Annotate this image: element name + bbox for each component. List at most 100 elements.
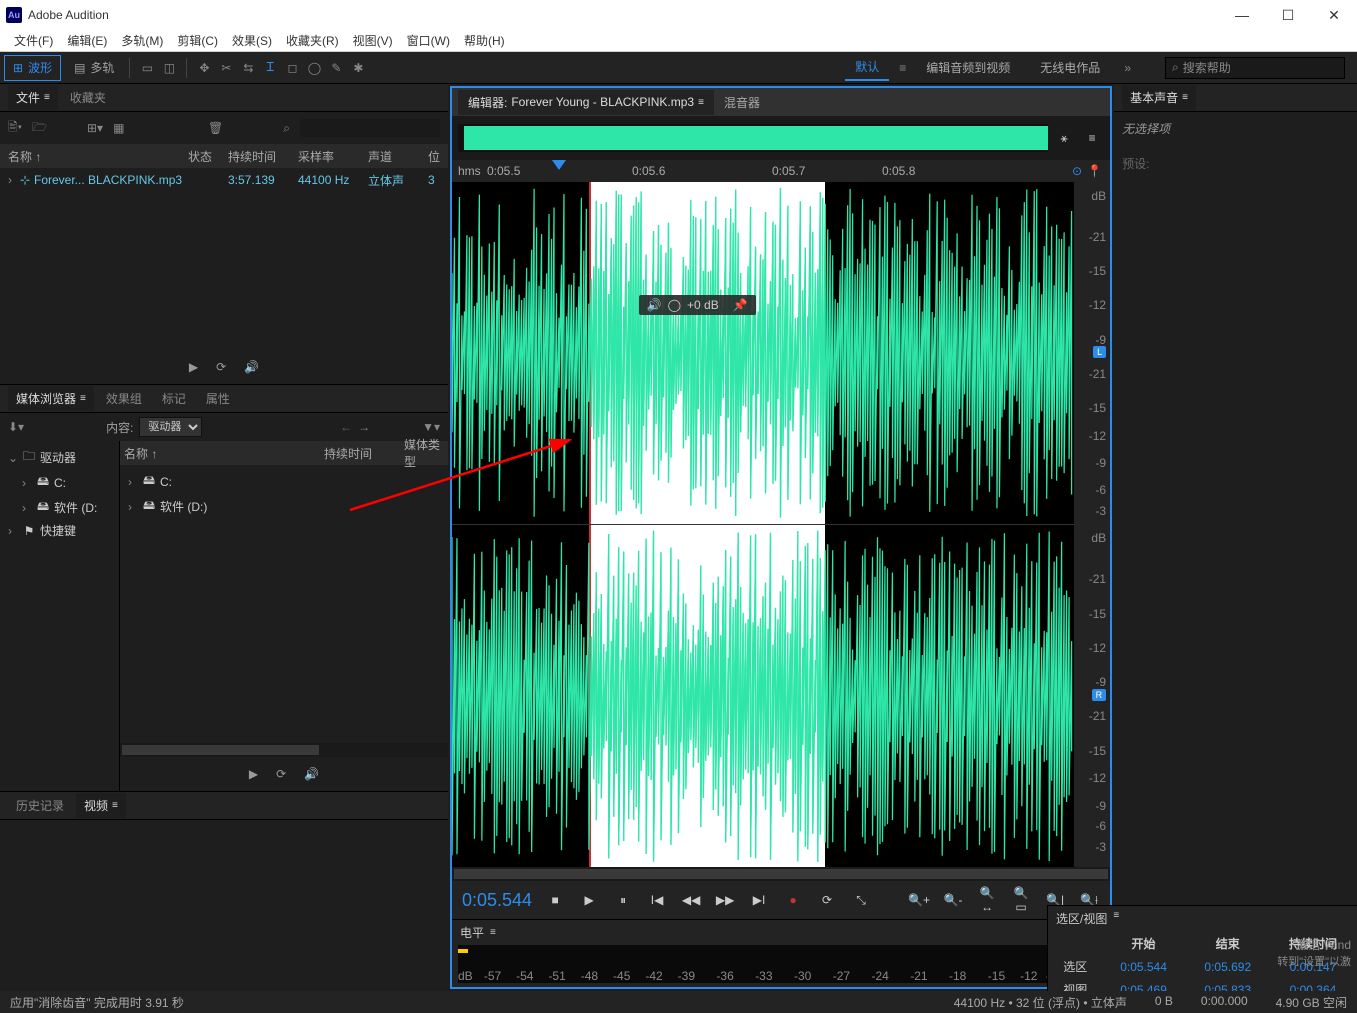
new-file-icon[interactable]: 🖹▾	[8, 118, 22, 139]
overview-waveform[interactable]	[458, 124, 1048, 152]
file-row[interactable]: › ⊹ Forever... BLACKPINK.mp3 3:57.139 44…	[0, 168, 448, 192]
workspace-audio-video[interactable]: 编辑音频到视频	[916, 55, 1020, 80]
go-to-end-button[interactable]: ▶I	[748, 893, 770, 907]
column-name[interactable]: 名称 ↑	[8, 148, 188, 165]
tab-favorites[interactable]: 收藏夹	[62, 85, 114, 110]
zoom-selection-button[interactable]: 🔍▭	[1010, 886, 1032, 914]
tab-properties[interactable]: 属性	[198, 386, 238, 411]
column-duration[interactable]: 持续时间	[228, 148, 298, 165]
insert-icon[interactable]: ▦	[113, 121, 124, 135]
nav-back-icon[interactable]: ←	[340, 420, 352, 434]
tab-media-browser[interactable]: 媒体浏览器≡	[8, 386, 94, 411]
tree-item-c[interactable]: ›🖴C:	[124, 469, 444, 494]
tree-item-drives[interactable]: ⌄🗀驱动器	[4, 445, 115, 470]
pin-icon[interactable]: 📌	[733, 298, 748, 312]
editor-horizontal-scrollbar[interactable]	[452, 867, 1110, 881]
navigator-overview[interactable]: ⚹ ≡	[452, 116, 1110, 160]
menu-effects[interactable]: 效果(S)	[226, 30, 278, 51]
slip-tool-icon[interactable]: ⇆	[237, 57, 259, 79]
minimize-button[interactable]: —	[1219, 0, 1265, 30]
pause-button[interactable]: ⏸	[612, 893, 634, 908]
tab-video[interactable]: 视频≡	[76, 793, 126, 818]
play-icon[interactable]: ▶	[189, 360, 198, 374]
go-to-start-button[interactable]: I◀	[646, 893, 668, 907]
content-dropdown[interactable]: 驱动器	[139, 417, 202, 437]
record-button[interactable]: ●	[782, 893, 804, 907]
marquee-tool-icon[interactable]: ◻	[281, 57, 303, 79]
tab-files[interactable]: 文件≡	[8, 85, 58, 110]
filter-icon[interactable]: ▼▾	[422, 420, 440, 434]
menu-clip[interactable]: 剪辑(C)	[171, 30, 224, 51]
open-file-icon[interactable]: 🗁	[32, 118, 47, 139]
media-type-icon[interactable]: ⊞▾	[87, 121, 103, 135]
selection-end[interactable]: 0:05.692	[1187, 956, 1269, 977]
time-selection-tool-icon[interactable]: Ꮖ	[259, 57, 281, 79]
waveform-display[interactable]: 🔊 ◯ +0 dB 📌 dB -21 -15	[452, 182, 1110, 867]
column-duration[interactable]: 持续时间	[324, 445, 404, 462]
workspace-default[interactable]: 默认	[845, 54, 889, 81]
fast-forward-button[interactable]: ▶▶	[714, 893, 736, 907]
column-channels[interactable]: 声道	[368, 148, 428, 165]
menu-file[interactable]: 文件(F)	[8, 30, 59, 51]
play-button[interactable]: ▶	[578, 893, 600, 907]
zoom-handle-icon[interactable]: ⚹	[1052, 131, 1076, 146]
current-time-display[interactable]: 0:05.544	[462, 890, 532, 911]
zoom-full-button[interactable]: 🔍↔	[976, 886, 998, 914]
spectral-toggle-icon[interactable]: ◫	[158, 57, 180, 79]
move-tool-icon[interactable]: ✥	[193, 57, 215, 79]
horizontal-scrollbar[interactable]	[120, 743, 448, 757]
play-icon[interactable]: ▶	[249, 767, 258, 781]
waveform-view-button[interactable]: ⊞波形	[4, 55, 61, 81]
help-search[interactable]: ⌕ 搜索帮助	[1165, 57, 1345, 79]
maximize-button[interactable]: ☐	[1265, 0, 1311, 30]
zoom-out-button[interactable]: 🔍-	[942, 893, 964, 907]
workspace-more-button[interactable]: »	[1120, 61, 1135, 75]
tab-editor[interactable]: 编辑器: Forever Young - BLACKPINK.mp3 ≡	[458, 90, 714, 115]
hud-gain-control[interactable]: 🔊 ◯ +0 dB 📌	[639, 295, 756, 315]
marker-icon[interactable]: 📍	[1087, 164, 1102, 178]
nav-fwd-icon[interactable]: →	[358, 420, 370, 434]
playhead-icon[interactable]	[552, 160, 566, 174]
auto-play-icon[interactable]: 🔊	[244, 360, 259, 374]
column-status[interactable]: 状态	[188, 148, 228, 165]
import-icon[interactable]: ⬇▾	[8, 420, 24, 434]
selection-start[interactable]: 0:05.544	[1102, 956, 1184, 977]
loop-icon[interactable]: ⟳	[216, 360, 226, 374]
auto-play-icon[interactable]: 🔊	[304, 767, 319, 781]
menu-edit[interactable]: 编辑(E)	[61, 30, 113, 51]
loop-icon[interactable]: ⟳	[276, 767, 286, 781]
razor-tool-icon[interactable]: ✂	[215, 57, 237, 79]
tree-item-d[interactable]: ›🖴软件 (D:)	[124, 494, 444, 519]
tab-mixer[interactable]: 混音器	[714, 90, 770, 115]
menu-window[interactable]: 窗口(W)	[401, 30, 456, 51]
tree-item-c[interactable]: ›🖴C:	[4, 470, 115, 495]
tab-effects-rack[interactable]: 效果组	[98, 386, 150, 411]
column-sample-rate[interactable]: 采样率	[298, 148, 368, 165]
loop-button[interactable]: ⟳	[816, 893, 838, 907]
files-search-input[interactable]	[300, 119, 440, 137]
menu-favorites[interactable]: 收藏夹(R)	[280, 30, 345, 51]
multitrack-view-button[interactable]: ▤多轨	[65, 55, 123, 81]
menu-help[interactable]: 帮助(H)	[458, 30, 511, 51]
stop-button[interactable]: ■	[544, 893, 566, 907]
tab-essential-sound[interactable]: 基本声音≡	[1122, 85, 1196, 110]
brush-tool-icon[interactable]: ✎	[325, 57, 347, 79]
column-bit[interactable]: 位	[428, 148, 448, 165]
column-name[interactable]: 名称 ↑	[124, 445, 324, 462]
menu-multitrack[interactable]: 多轨(M)	[115, 30, 169, 51]
view-menu-icon[interactable]: ≡	[1080, 131, 1104, 145]
spot-heal-tool-icon[interactable]: ✱	[347, 57, 369, 79]
tab-history[interactable]: 历史记录	[8, 793, 72, 818]
tree-item-shortcuts[interactable]: ›⚑快捷键	[4, 520, 115, 541]
time-ruler[interactable]: hms 0:05.5 0:05.6 0:05.7 0:05.8 ⊙ 📍	[452, 160, 1110, 182]
tab-markers[interactable]: 标记	[154, 386, 194, 411]
skip-selection-button[interactable]: ⤡	[850, 893, 872, 908]
tree-item-d[interactable]: ›🖴软件 (D:	[4, 495, 115, 520]
workspace-radio[interactable]: 无线电作品	[1030, 55, 1110, 80]
menu-view[interactable]: 视图(V)	[347, 30, 399, 51]
level-meter[interactable]: dB -57 -54 -51 -48 -45 -42 -39 -36 -33 -…	[458, 945, 1104, 983]
delete-icon[interactable]: 🗑	[208, 121, 223, 135]
zoom-in-button[interactable]: 🔍+	[908, 893, 930, 907]
rewind-button[interactable]: ◀◀	[680, 893, 702, 907]
knob-icon[interactable]: ◯	[668, 298, 681, 312]
